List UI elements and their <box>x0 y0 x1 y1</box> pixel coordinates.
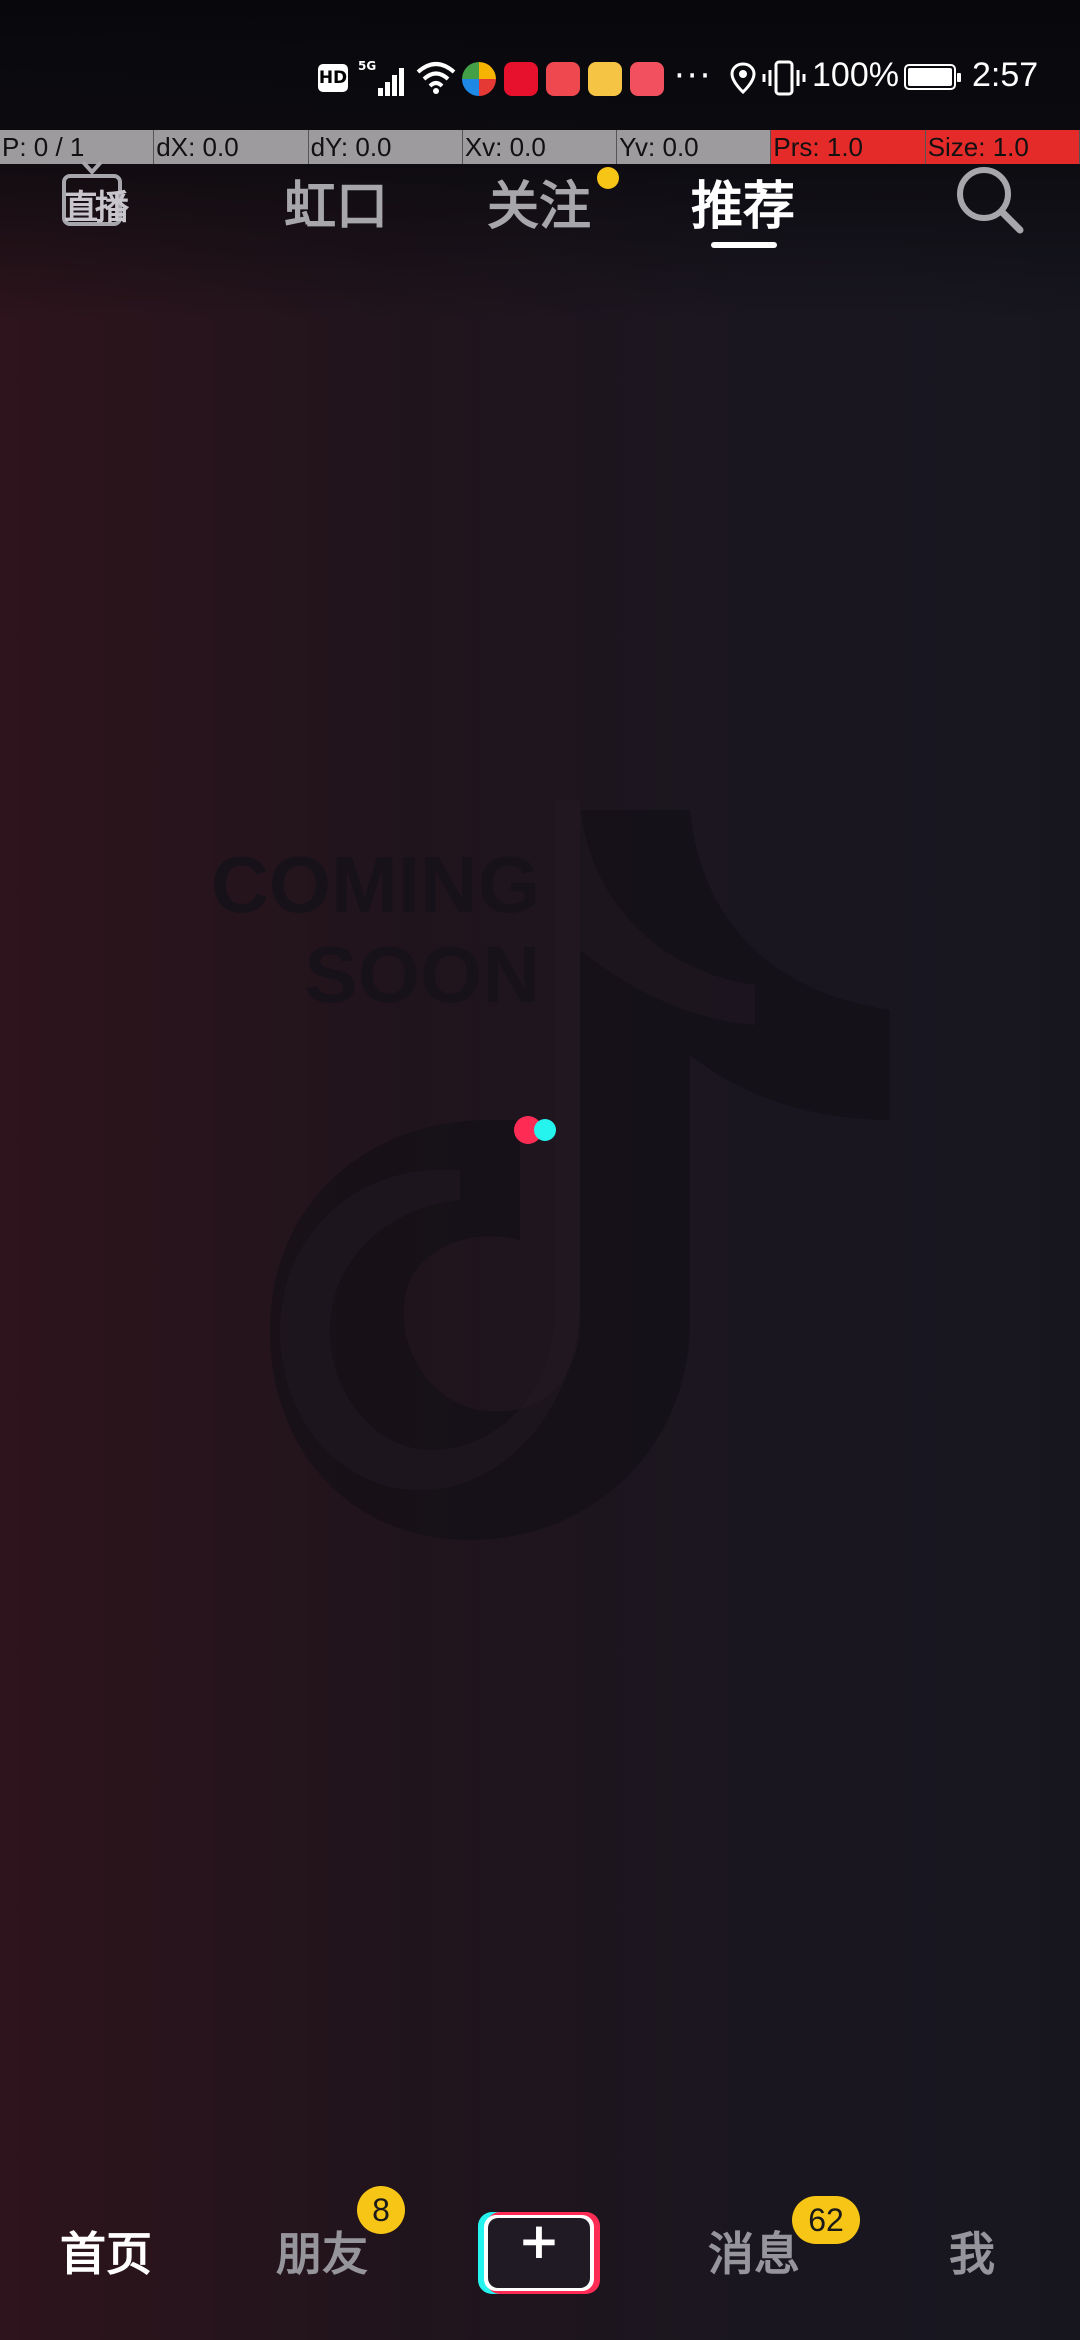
search-button[interactable] <box>950 160 1030 240</box>
live-button[interactable]: 直播 <box>58 158 132 238</box>
loading-spinner <box>514 1116 564 1144</box>
vibrate-icon <box>762 58 806 102</box>
tab-location[interactable]: 虹口 <box>284 164 388 239</box>
coming-soon-text: COMING SOON <box>150 840 540 1020</box>
loading-dot-cyan <box>534 1119 556 1141</box>
hd-icon: HD <box>318 64 348 92</box>
active-tab-indicator <box>711 242 777 248</box>
wifi-icon <box>416 60 456 98</box>
battery-charging-icon <box>904 64 961 90</box>
clock: 2:57 <box>972 56 1039 94</box>
battery-percent: 100% <box>812 56 899 94</box>
tab-messages[interactable]: 消息 <box>708 2218 800 2284</box>
app-screen: HD 5G ··· 100% 2:57 P: 0 / 1 dX: 0.0 dY:… <box>0 0 1080 2340</box>
browser-app-icon <box>462 62 496 96</box>
location-icon <box>730 62 756 98</box>
tab-home[interactable]: 首页 <box>60 2218 152 2284</box>
tab-follow[interactable]: 关注 <box>487 164 591 239</box>
status-bar: HD 5G ··· 100% 2:57 <box>0 0 1080 130</box>
tab-me[interactable]: 我 <box>949 2218 995 2284</box>
top-nav: 直播 虹口 关注 推荐 <box>0 150 1080 260</box>
signal-icon: 5G <box>358 58 410 102</box>
plus-icon: + <box>518 2212 560 2270</box>
coming-soon-line2: SOON <box>304 930 540 1019</box>
create-button[interactable]: + <box>478 2212 600 2294</box>
search-icon <box>957 167 1024 234</box>
huawei-store-icon <box>546 62 580 96</box>
more-icon: ··· <box>674 56 713 96</box>
tab-recommend[interactable]: 推荐 <box>691 164 795 239</box>
coming-soon-line1: COMING <box>211 840 540 929</box>
reader-app-icon <box>630 62 664 96</box>
network-label: 5G <box>358 59 376 73</box>
tab-friends[interactable]: 朋友 <box>276 2218 368 2284</box>
live-label: 直播 <box>64 188 129 228</box>
bottom-nav: 首页 朋友 8 + 消息 62 我 <box>0 2186 1080 2340</box>
messages-badge: 62 <box>792 2196 860 2244</box>
friends-badge: 8 <box>357 2186 405 2234</box>
app-notification-icon <box>588 62 622 96</box>
jd-app-icon <box>504 62 538 96</box>
follow-unread-dot <box>597 167 619 189</box>
